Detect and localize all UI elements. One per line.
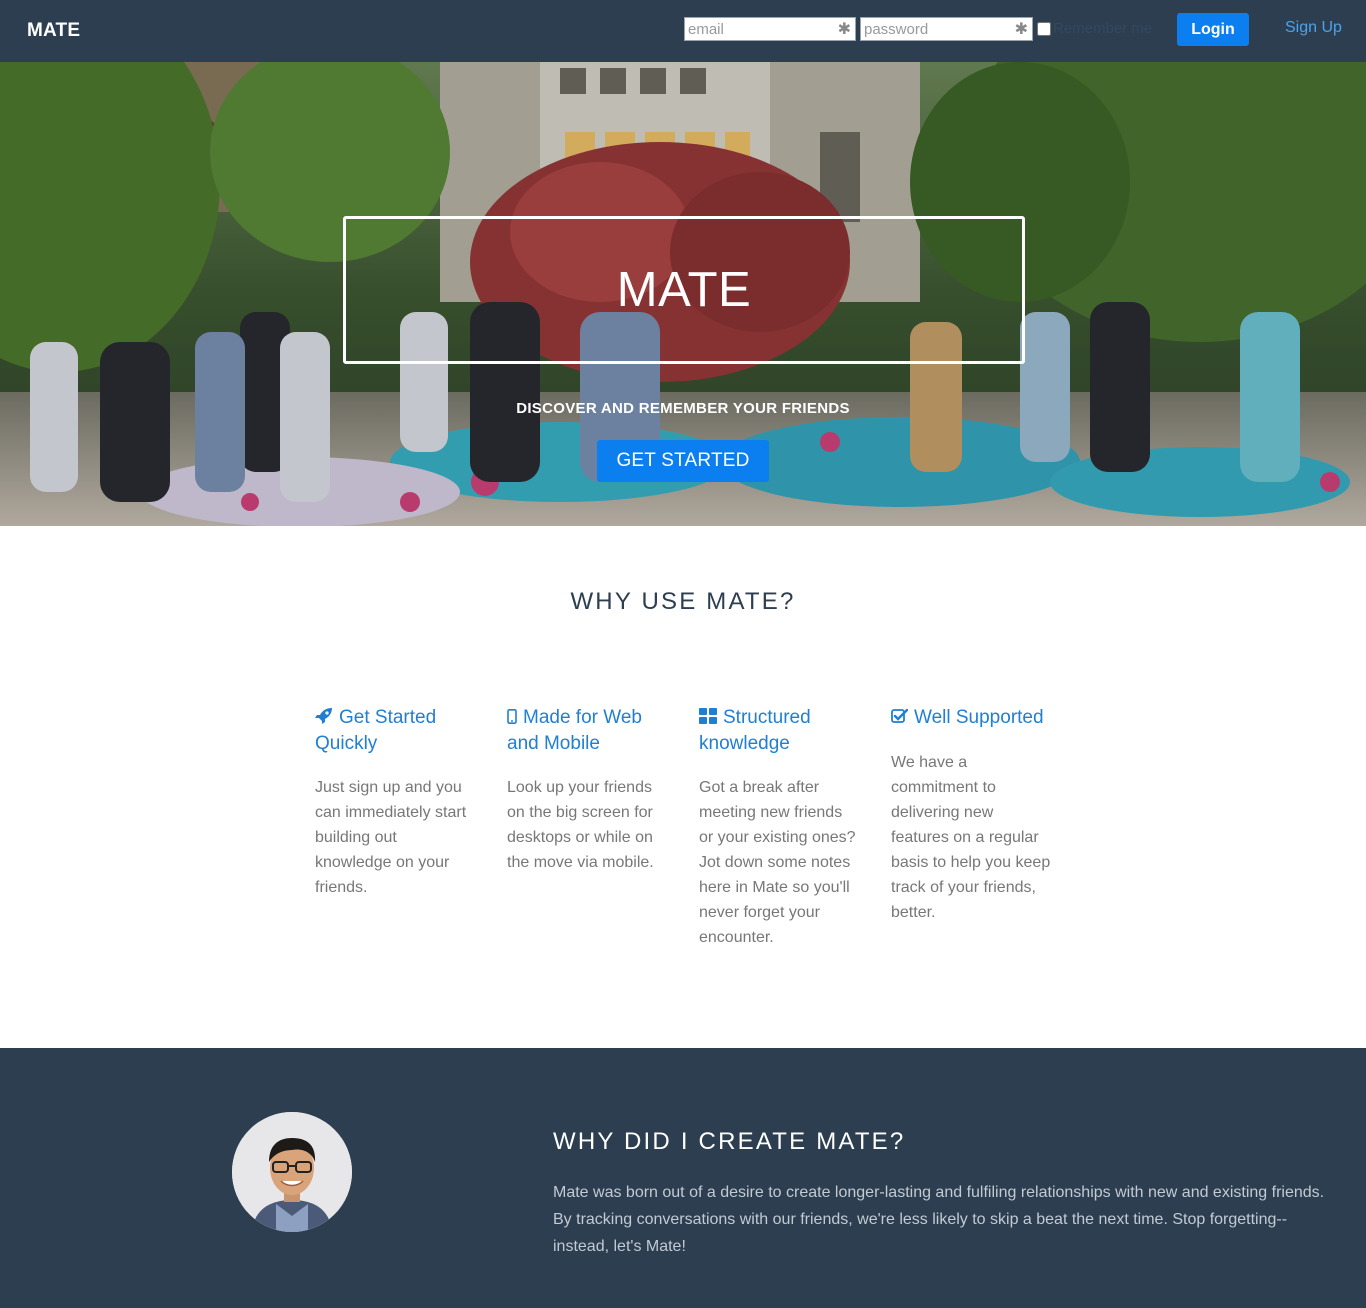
feature-description: Got a break after meeting new friends or… xyxy=(699,779,856,946)
hero-title: MATE xyxy=(616,263,752,317)
required-asterisk-icon: ✱ xyxy=(1014,21,1028,38)
navbar: MATE ✱ ✱ Remember me Login Sign Up xyxy=(0,0,1366,62)
hero-section: MATE DISCOVER AND REMEMBER YOUR FRIENDS … xyxy=(0,62,1366,526)
avatar xyxy=(232,1112,352,1232)
feature-heading: Get Started Quickly xyxy=(315,706,437,754)
about-heading: WHY DID I CREATE MATE? xyxy=(553,1128,906,1155)
about-text: Mate was born out of a desire to create … xyxy=(553,1184,1325,1255)
grid-icon xyxy=(699,706,717,731)
feature-description: We have a commitment to delivering new f… xyxy=(891,754,1051,921)
get-started-button[interactable]: GET STARTED xyxy=(597,440,769,482)
feature-get-started: Get Started Quickly Just sign up and you… xyxy=(315,705,475,900)
hero-subtitle: DISCOVER AND REMEMBER YOUR FRIENDS xyxy=(516,400,850,417)
rocket-icon xyxy=(315,706,333,731)
feature-description: Look up your friends on the big screen f… xyxy=(507,779,654,871)
check-square-icon xyxy=(891,706,909,731)
required-asterisk-icon: ✱ xyxy=(837,21,851,38)
why-use-heading: WHY USE MATE? xyxy=(570,588,796,615)
email-input[interactable] xyxy=(685,18,855,40)
remember-me-checkbox[interactable] xyxy=(1037,22,1051,36)
password-input[interactable] xyxy=(861,18,1032,40)
login-button[interactable]: Login xyxy=(1177,13,1249,46)
password-field[interactable]: ✱ xyxy=(860,17,1033,41)
feature-heading: Made for Web and Mobile xyxy=(507,706,642,754)
email-field[interactable]: ✱ xyxy=(684,17,856,41)
feature-web-mobile: Made for Web and Mobile Look up your fri… xyxy=(507,705,667,875)
signup-link[interactable]: Sign Up xyxy=(1285,19,1342,37)
hero-title-box: MATE xyxy=(343,216,1025,364)
brand-logo[interactable]: MATE xyxy=(27,20,80,42)
feature-well-supported: Well Supported We have a commitment to d… xyxy=(891,705,1051,925)
feature-heading: Structured knowledge xyxy=(699,706,811,754)
about-section: WHY DID I CREATE MATE? Mate was born out… xyxy=(0,1048,1366,1308)
feature-structured-knowledge: Structured knowledge Got a break after m… xyxy=(699,705,859,950)
remember-me-label: Remember me xyxy=(1053,20,1153,37)
mobile-icon xyxy=(507,706,517,731)
feature-heading: Well Supported xyxy=(891,705,1051,731)
feature-description: Just sign up and you can immediately sta… xyxy=(315,779,467,896)
